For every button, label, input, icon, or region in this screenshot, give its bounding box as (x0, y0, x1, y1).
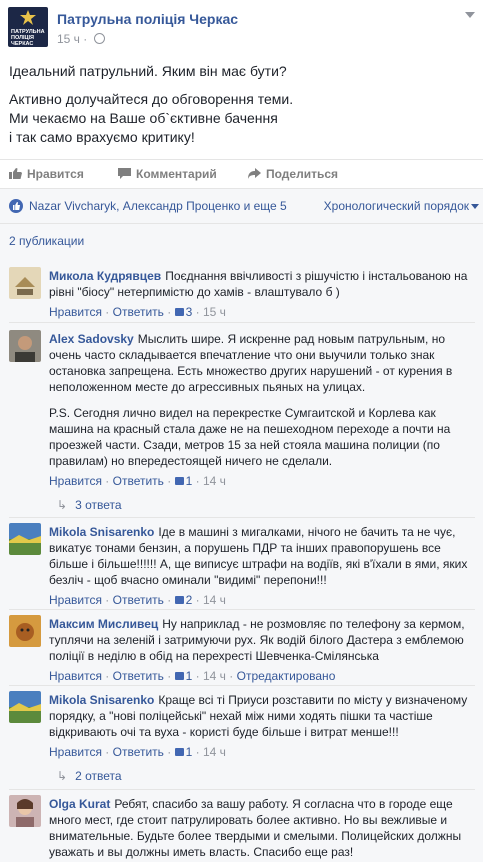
like-label: Нравится (27, 167, 84, 181)
reply-arrow-icon: ↳ (57, 769, 68, 783)
reply-arrow-icon: ↳ (57, 498, 68, 512)
comment-text: Максим Мисливец Ну наприклад - не розмовл… (49, 616, 476, 664)
comments-list: Микола Кудрявцев Поєднання ввічливості з … (0, 255, 483, 862)
comment-meta: Нравится · Ответить · 1 · 14 ч (49, 474, 226, 488)
post-body: Ідеальний патрульний. Яким він має бути?… (0, 52, 483, 147)
publications-count-link[interactable]: 2 публикации (9, 234, 84, 248)
post-actions: Нравится Комментарий Поделиться (0, 159, 483, 188)
page-avatar[interactable]: ПАТРУЛЬНА ПОЛІЦІЯ ЧЕРКАС (8, 7, 48, 47)
avatar[interactable] (9, 795, 41, 827)
thumbs-up-icon (174, 748, 184, 756)
share-icon (248, 168, 261, 179)
commenter-name-link[interactable]: Микола Кудрявцев (49, 269, 161, 283)
post-paragraph: Активно долучайтеся до обговорення теми. (9, 91, 294, 107)
likers-link[interactable]: Nazar Vivcharyk, Александр Проценко и ещ… (29, 199, 287, 213)
post-paragraph: Ідеальний патрульний. Яким він має бути? (9, 63, 287, 79)
post-time[interactable]: 15 ч (57, 32, 80, 46)
comment-text: Mikola Snisarenko Іде в машині з мигалкам… (49, 524, 476, 588)
comment-meta: Нравится · Ответить · 1 · 14 ч · Отредак… (49, 669, 336, 683)
comment-meta: Нравится · Ответить · 3 · 15 ч (49, 305, 226, 319)
avatar[interactable] (9, 691, 41, 723)
commenter-name-link[interactable]: Olga Kurat (49, 797, 110, 811)
commenter-name-link[interactable]: Alex Sadovsky (49, 332, 134, 346)
post-meta: 15 ч · (57, 32, 105, 46)
replies-count: 3 ответа (75, 498, 122, 512)
replies-count: 2 ответа (75, 769, 122, 783)
police-badge-icon (20, 10, 36, 25)
comment-reply-link[interactable]: Ответить (113, 593, 164, 607)
post-header: ПАТРУЛЬНА ПОЛІЦІЯ ЧЕРКАС Патрульна поліц… (0, 0, 483, 52)
thumbs-up-icon (174, 596, 184, 604)
comment-meta: Нравится · Ответить · 1 · 14 ч (49, 745, 226, 759)
comment-text: Микола Кудрявцев Поєднання ввічливості з … (49, 268, 476, 300)
view-replies-link[interactable]: ↳ 3 ответа (57, 498, 122, 512)
comment-reply-link[interactable]: Ответить (113, 474, 164, 488)
comment-time[interactable]: 14 ч (203, 474, 226, 488)
avatar[interactable] (9, 523, 41, 555)
avatar[interactable] (9, 267, 41, 299)
comment-time[interactable]: 15 ч (203, 305, 226, 319)
sort-order-dropdown[interactable]: Хронологический порядок (324, 199, 469, 213)
comment-reply-link[interactable]: Ответить (113, 745, 164, 759)
comment-time[interactable]: 14 ч (203, 745, 226, 759)
globe-icon (93, 33, 105, 44)
post-paragraph: і так само врахуємо критику! (9, 129, 195, 145)
comment-reply-link[interactable]: Ответить (113, 305, 164, 319)
comment-like-count[interactable]: 1 (186, 474, 193, 488)
comment-body: Ребят, спасибо за вашу работу. Я согласн… (49, 797, 462, 859)
comment-text: Alex Sadovsky Мыслить шире. Я искренне ра… (49, 331, 476, 469)
divider (9, 685, 475, 686)
thumbs-up-icon (174, 477, 184, 485)
comment-body-ps: P.S. Сегодня лично видел на перекрестке … (49, 406, 451, 468)
comment-time[interactable]: 14 ч (203, 593, 226, 607)
comment-like-link[interactable]: Нравится (49, 745, 102, 759)
like-button[interactable]: Нравится (9, 167, 84, 181)
like-reaction-icon (9, 199, 23, 213)
comment-like-link[interactable]: Нравится (49, 593, 102, 607)
comment-time[interactable]: 14 ч (203, 669, 226, 683)
avatar-text: ПАТРУЛЬНА ПОЛІЦІЯ ЧЕРКАС (11, 29, 45, 47)
comment-label: Комментарий (136, 167, 217, 181)
comment-icon (118, 168, 131, 179)
comment-like-count[interactable]: 1 (186, 745, 193, 759)
commenter-name-link[interactable]: Максим Мисливец (49, 617, 158, 631)
divider (9, 609, 475, 610)
comment-text: Mikola Snisarenko Краще всі ті Приуси роз… (49, 692, 476, 740)
commenter-name-link[interactable]: Mikola Snisarenko (49, 693, 154, 707)
likes-summary: Nazar Vivcharyk, Александр Проценко и ещ… (0, 188, 483, 223)
view-replies-link[interactable]: ↳ 2 ответа (57, 769, 122, 783)
comment-like-count[interactable]: 3 (186, 305, 193, 319)
post-paragraph: Ми чекаємо на Ваше об`єктивне бачення (9, 110, 278, 126)
divider (9, 789, 475, 790)
comment-button[interactable]: Комментарий (118, 167, 217, 181)
share-label: Поделиться (266, 167, 339, 181)
comment-like-link[interactable]: Нравится (49, 669, 102, 683)
page-name-link[interactable]: Патрульна поліція Черкас (57, 11, 238, 27)
commenter-name-link[interactable]: Mikola Snisarenko (49, 525, 154, 539)
thumbs-up-icon (174, 672, 184, 680)
comment-like-link[interactable]: Нравится (49, 305, 102, 319)
chevron-down-icon[interactable] (471, 204, 479, 209)
chevron-down-icon[interactable] (465, 12, 475, 18)
thumbs-up-icon (174, 308, 184, 316)
avatar[interactable] (9, 330, 41, 362)
divider (9, 517, 475, 518)
comment-meta: Нравится · Ответить · 2 · 14 ч (49, 593, 226, 607)
share-button[interactable]: Поделиться (248, 167, 338, 181)
comment-like-count[interactable]: 2 (186, 593, 193, 607)
comment-like-count[interactable]: 1 (186, 669, 193, 683)
comment-like-link[interactable]: Нравится (49, 474, 102, 488)
edited-link[interactable]: Отредактировано (237, 669, 336, 683)
divider (9, 322, 475, 323)
avatar[interactable] (9, 615, 41, 647)
comment-text: Olga Kurat Ребят, спасибо за вашу работу.… (49, 796, 476, 860)
comment-reply-link[interactable]: Ответить (113, 669, 164, 683)
thumbs-up-icon (9, 168, 22, 179)
